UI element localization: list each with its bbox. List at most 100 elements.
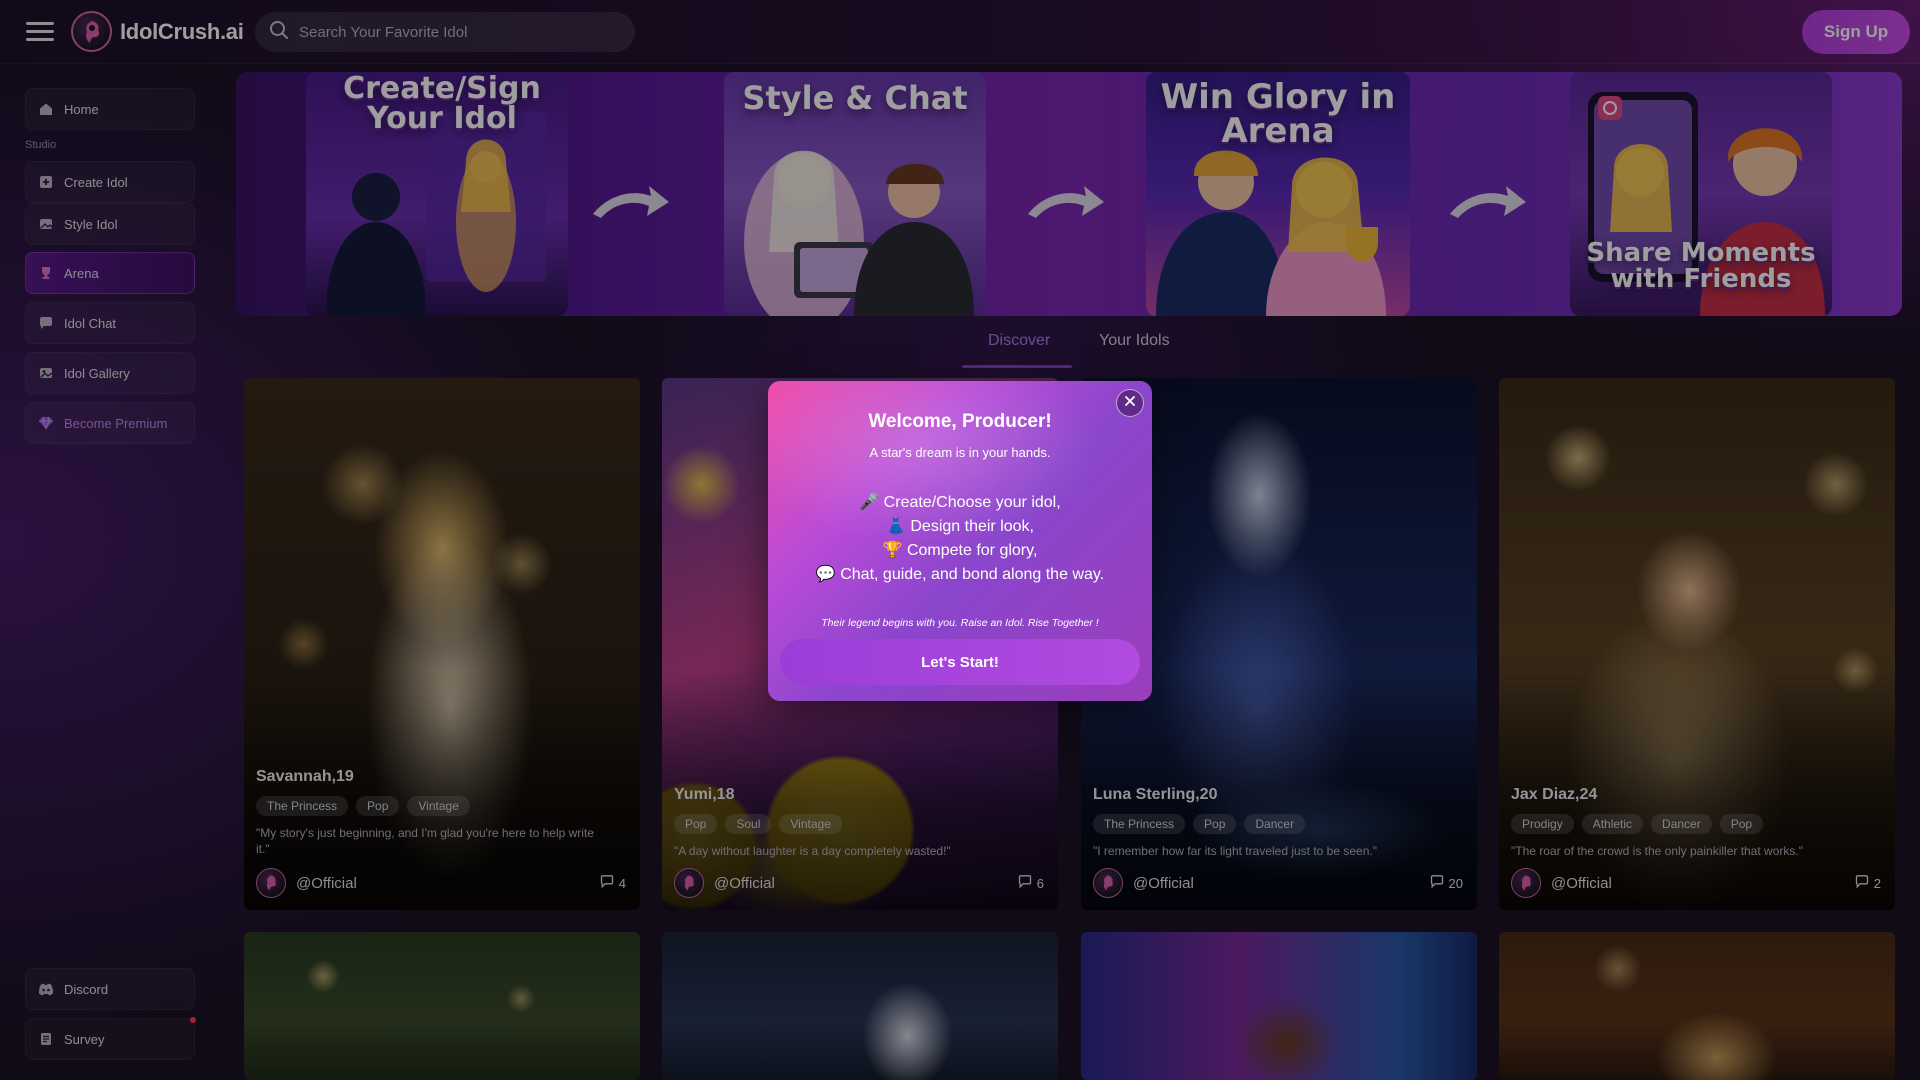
tab-bar: Discover Your Idols	[236, 320, 1902, 370]
menu-icon[interactable]	[26, 20, 54, 44]
author-avatar	[1093, 868, 1123, 898]
idol-photo	[244, 932, 640, 1080]
idol-tag: Dancer	[1651, 814, 1712, 834]
signup-button[interactable]: Sign Up	[1802, 10, 1910, 54]
sidebar-item-become-premium[interactable]: Become Premium	[25, 402, 195, 444]
idol-tag: Dancer	[1244, 814, 1306, 834]
idol-tag: Vintage	[779, 814, 842, 834]
sidebar-item-label: Style Idol	[64, 216, 118, 232]
trophy-icon	[38, 265, 54, 281]
search-input[interactable]	[299, 23, 619, 41]
idol-tag: Pop	[1193, 814, 1237, 834]
banner-panel-arena: Win Glory in Arena	[1146, 72, 1410, 316]
idol-tag: Prodigy	[1511, 814, 1574, 834]
idol-card[interactable]	[662, 932, 1058, 1080]
idol-name: Yumi,18	[674, 786, 735, 803]
sidebar-item-idol-gallery[interactable]: Idol Gallery	[25, 352, 195, 394]
notification-dot	[190, 1017, 196, 1023]
modal-step: 🎤 Create/Choose your idol,	[859, 494, 1061, 511]
sidebar-item-label: Idol Chat	[64, 315, 117, 331]
author-handle: @Official	[1133, 874, 1194, 892]
welcome-modal: Welcome, Producer! A star's dream is in …	[768, 381, 1152, 701]
card-footer: @Official 6	[674, 868, 1044, 898]
sidebar-item-idol-chat[interactable]: Idol Chat	[25, 302, 195, 344]
sidebar-item-label: Arena	[64, 265, 99, 281]
idol-card[interactable]: Jax Diaz,24 Prodigy Athletic Dancer Pop …	[1499, 378, 1895, 910]
idol-tag: The Princess	[1093, 814, 1186, 834]
sidebar-item-label: Idol Gallery	[64, 365, 130, 381]
diamond-icon	[38, 415, 54, 431]
modal-footer-text: Their legend begins with you. Raise an I…	[821, 617, 1099, 629]
sidebar-item-home[interactable]: Home	[25, 88, 195, 130]
card-footer: @Official 4	[256, 868, 626, 898]
comment-icon	[1855, 875, 1869, 891]
sidebar: Home Studio Create Idol Style Idol Arena…	[0, 64, 222, 1080]
sidebar-item-create-idol[interactable]: Create Idol	[25, 161, 195, 203]
idol-name: Jax Diaz,24	[1511, 786, 1598, 803]
top-bar: IdolCrush.ai Sign Up	[0, 0, 1920, 64]
banner-title: with Friends	[1610, 264, 1792, 294]
idol-name: Savannah,19	[256, 768, 354, 785]
idol-tag: The Princess	[256, 796, 349, 816]
idol-name: Luna Sterling,20	[1093, 786, 1218, 803]
comment-count: 2	[1855, 875, 1881, 891]
modal-subtitle: A star's dream is in your hands.	[869, 445, 1051, 460]
modal-step: 🏆 Compete for glory,	[882, 542, 1038, 559]
home-icon	[38, 101, 54, 117]
comment-count: 6	[1018, 875, 1044, 891]
idol-tags: Pop Soul Vintage	[674, 814, 842, 834]
idol-photo	[1081, 932, 1477, 1080]
idol-tag: Pop	[674, 814, 718, 834]
card-footer: @Official 2	[1511, 868, 1881, 898]
comment-count: 4	[600, 875, 626, 891]
sidebar-section-studio: Studio	[25, 139, 57, 151]
tab-your-idols[interactable]: Your Idols	[1099, 332, 1170, 350]
modal-step: 💬 Chat, guide, and bond along the way.	[815, 566, 1105, 583]
tab-discover[interactable]: Discover	[988, 332, 1050, 350]
brand-logo[interactable]: IdolCrush.ai	[71, 11, 244, 52]
sidebar-item-arena[interactable]: Arena	[25, 252, 195, 294]
idol-tag: Soul	[725, 814, 772, 834]
sidebar-item-style-idol[interactable]: Style Idol	[25, 203, 195, 245]
idol-quote: "The roar of the crowd is the only paink…	[1511, 844, 1803, 858]
idol-card[interactable]	[1081, 932, 1477, 1080]
arrow-right-icon	[1450, 186, 1526, 218]
author-handle: @Official	[1551, 874, 1612, 892]
comment-number: 4	[618, 875, 626, 891]
idol-tags: The Princess Pop Vintage	[256, 796, 470, 816]
banner-panel-create: Create/Sign Your Idol	[306, 72, 568, 316]
idol-tag: Athletic	[1581, 814, 1644, 834]
survey-icon	[38, 1031, 54, 1047]
hero-banner[interactable]: Create/Sign Your Idol Style & Chat Win G…	[236, 72, 1902, 316]
sidebar-item-survey[interactable]: Survey	[25, 1017, 196, 1060]
comment-number: 2	[1873, 875, 1881, 891]
author-avatar	[674, 868, 704, 898]
close-icon	[1124, 394, 1136, 412]
search-icon	[269, 20, 289, 45]
lets-start-button[interactable]: Let's Start!	[780, 639, 1140, 685]
idol-card[interactable]	[244, 932, 640, 1080]
comment-icon	[1018, 875, 1032, 891]
idol-card[interactable]	[1499, 932, 1895, 1080]
idol-card[interactable]: Savannah,19 The Princess Pop Vintage "My…	[244, 378, 640, 910]
banner-title: Create/Sign	[343, 72, 541, 106]
brand-mark-icon	[71, 11, 112, 52]
modal-title: Welcome, Producer!	[868, 411, 1052, 432]
author-handle: @Official	[714, 874, 775, 892]
sidebar-item-label: Become Premium	[64, 415, 168, 431]
sidebar-item-discord[interactable]: Discord	[25, 968, 195, 1010]
search-bar[interactable]	[255, 12, 635, 52]
banner-title: Share Moments	[1586, 238, 1816, 268]
image-edit-icon	[38, 216, 54, 232]
comment-icon	[1430, 875, 1444, 891]
comment-count: 20	[1430, 875, 1463, 891]
idol-tag: Pop	[356, 796, 400, 816]
idol-quote: "A day without laughter is a day complet…	[674, 844, 951, 858]
author-handle: @Official	[296, 874, 357, 892]
banner-title: Arena	[1221, 111, 1335, 151]
idol-photo	[662, 932, 1058, 1080]
arrow-right-icon	[593, 186, 669, 218]
tab-active-indicator	[962, 365, 1072, 368]
sidebar-item-label: Create Idol	[64, 174, 128, 190]
banner-panel-style: Style & Chat	[724, 72, 986, 316]
